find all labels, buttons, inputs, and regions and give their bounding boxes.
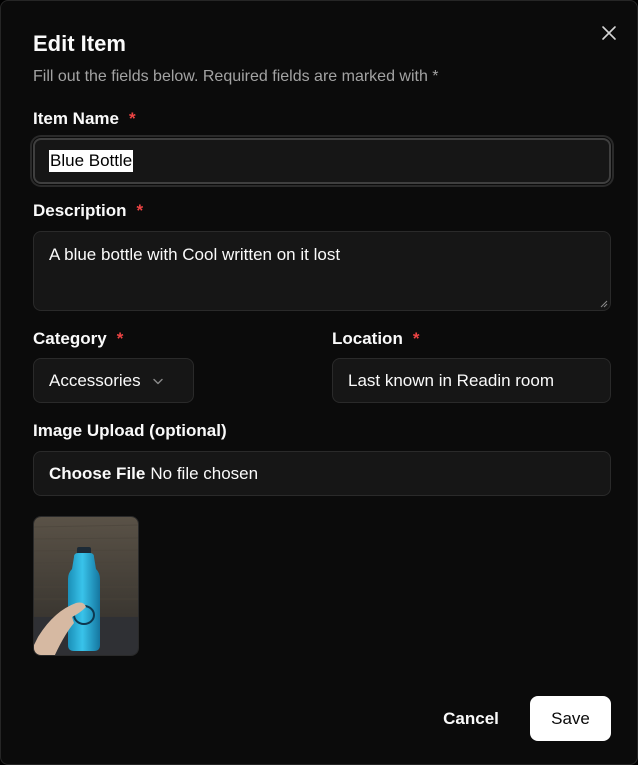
dialog-subtitle: Fill out the fields below. Required fiel… <box>33 68 439 85</box>
item-name-value[interactable]: Blue Bottle <box>49 150 134 172</box>
dialog-title: Edit Item <box>33 31 126 56</box>
close-button[interactable] <box>601 25 617 41</box>
required-mark: * <box>116 329 124 348</box>
location-label: Location * <box>332 329 419 349</box>
category-label-text: Category <box>33 329 107 348</box>
location-label-text: Location <box>332 329 403 348</box>
image-preview <box>33 516 139 656</box>
item-name-input[interactable]: Blue Bottle <box>33 138 611 184</box>
required-mark: * <box>136 201 144 220</box>
resize-grip-icon[interactable] <box>600 300 608 308</box>
close-icon[interactable] <box>601 25 617 41</box>
category-selected-value[interactable]: Accessories <box>49 371 141 391</box>
image-upload-label: Image Upload (optional) <box>33 421 227 440</box>
item-name-label-text: Item Name <box>33 109 119 128</box>
description-value[interactable]: A blue bottle with Cool written on it lo… <box>49 245 340 264</box>
blue-bottle-photo <box>34 517 138 655</box>
description-label: Description * <box>33 201 143 221</box>
category-select[interactable]: Accessories <box>33 358 194 403</box>
description-textarea[interactable]: A blue bottle with Cool written on it lo… <box>33 231 611 311</box>
chevron-down-icon[interactable] <box>151 374 165 388</box>
edit-item-dialog: Edit Item Fill out the fields below. Req… <box>0 0 638 765</box>
required-mark: * <box>412 329 420 348</box>
choose-file-button[interactable]: Choose File <box>49 464 145 484</box>
item-name-label: Item Name * <box>33 109 136 129</box>
image-upload-input[interactable]: Choose File No file chosen <box>33 451 611 496</box>
file-status-text: No file chosen <box>150 463 259 483</box>
category-label: Category * <box>33 329 123 349</box>
location-value[interactable]: Last known in Readin room <box>348 371 554 391</box>
cancel-button[interactable]: Cancel <box>426 696 516 741</box>
required-mark: * <box>128 109 136 128</box>
save-button[interactable]: Save <box>530 696 611 741</box>
description-label-text: Description <box>33 201 127 220</box>
location-input[interactable]: Last known in Readin room <box>332 358 611 403</box>
